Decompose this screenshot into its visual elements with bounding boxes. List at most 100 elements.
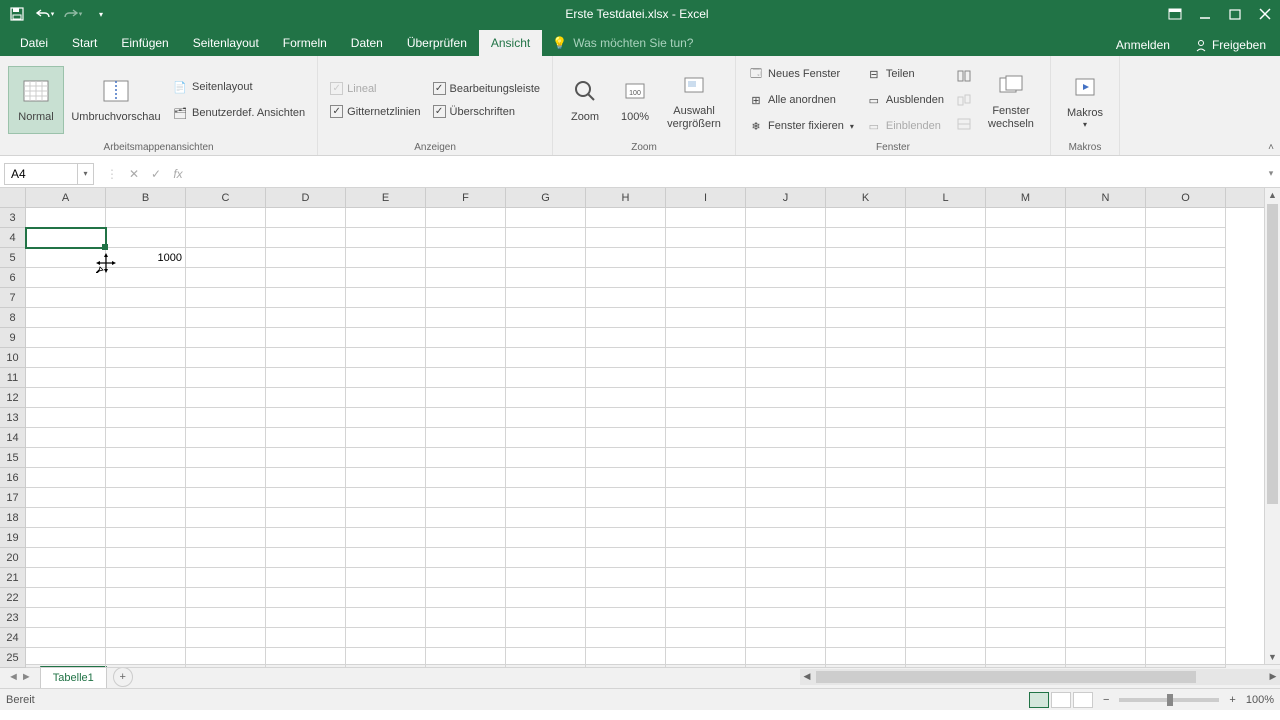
scroll-down-button[interactable]: ▼ <box>1265 650 1280 664</box>
cell[interactable] <box>346 208 426 228</box>
row-header[interactable]: 8 <box>0 308 25 328</box>
cell[interactable] <box>906 388 986 408</box>
cell[interactable] <box>906 308 986 328</box>
cell[interactable] <box>106 288 186 308</box>
formulabar-checkbox[interactable]: ✓Bearbeitungsleiste <box>429 80 545 97</box>
cell[interactable] <box>906 348 986 368</box>
zoom-in-button[interactable]: + <box>1229 694 1235 706</box>
cell[interactable] <box>266 648 346 668</box>
cell[interactable] <box>1146 488 1226 508</box>
cell[interactable] <box>1066 468 1146 488</box>
cell[interactable] <box>1066 548 1146 568</box>
cell[interactable] <box>586 528 666 548</box>
cell[interactable] <box>906 568 986 588</box>
cell[interactable] <box>426 228 506 248</box>
cell[interactable] <box>346 348 426 368</box>
cell[interactable] <box>1146 608 1226 628</box>
hide-button[interactable]: ▭Ausblenden <box>862 90 948 110</box>
cell[interactable] <box>1146 548 1226 568</box>
cell[interactable] <box>346 528 426 548</box>
new-window-button[interactable]: 🗔Neues Fenster <box>744 64 858 84</box>
cell[interactable] <box>986 528 1066 548</box>
cell[interactable] <box>266 528 346 548</box>
name-box-dropdown[interactable]: ▾ <box>77 164 93 184</box>
cell[interactable] <box>426 608 506 628</box>
scroll-right-button[interactable]: ▶ <box>1266 671 1280 682</box>
cell[interactable] <box>346 288 426 308</box>
cell[interactable] <box>586 608 666 628</box>
column-header[interactable]: M <box>986 188 1066 207</box>
cell[interactable] <box>746 368 826 388</box>
cell[interactable] <box>26 528 106 548</box>
cell[interactable] <box>586 468 666 488</box>
cell[interactable] <box>906 268 986 288</box>
cell[interactable] <box>1146 208 1226 228</box>
cell[interactable] <box>906 588 986 608</box>
row-header[interactable]: 24 <box>0 628 25 648</box>
cell[interactable] <box>906 608 986 628</box>
cell[interactable] <box>186 628 266 648</box>
cell[interactable] <box>106 528 186 548</box>
cell[interactable] <box>586 648 666 668</box>
cell[interactable] <box>1146 348 1226 368</box>
row-header[interactable]: 13 <box>0 408 25 428</box>
cell[interactable] <box>26 448 106 468</box>
cell[interactable] <box>586 288 666 308</box>
cell[interactable] <box>106 468 186 488</box>
cell[interactable] <box>426 428 506 448</box>
cell[interactable] <box>266 268 346 288</box>
cell[interactable] <box>1146 248 1226 268</box>
formula-bar-input[interactable] <box>196 163 1262 185</box>
cell[interactable] <box>746 568 826 588</box>
headings-checkbox[interactable]: ✓Überschriften <box>429 103 545 120</box>
cell[interactable] <box>186 268 266 288</box>
cell[interactable] <box>906 648 986 668</box>
cell[interactable] <box>1066 348 1146 368</box>
cell[interactable] <box>106 488 186 508</box>
cell[interactable] <box>506 548 586 568</box>
qat-customize[interactable]: ▾ <box>88 2 114 26</box>
cell[interactable] <box>346 428 426 448</box>
cell[interactable] <box>346 468 426 488</box>
cell[interactable] <box>506 448 586 468</box>
cell[interactable] <box>826 268 906 288</box>
cell[interactable] <box>106 348 186 368</box>
zoom-selection-button[interactable]: Auswahl vergrößern <box>661 66 727 134</box>
cell[interactable] <box>666 508 746 528</box>
cell[interactable] <box>106 228 186 248</box>
cell[interactable] <box>826 408 906 428</box>
cell[interactable] <box>1146 228 1226 248</box>
cell[interactable] <box>26 228 106 248</box>
cell[interactable] <box>266 288 346 308</box>
cell[interactable] <box>826 428 906 448</box>
tab-data[interactable]: Daten <box>339 30 395 56</box>
cell[interactable] <box>186 308 266 328</box>
cell[interactable] <box>1066 608 1146 628</box>
maximize-button[interactable] <box>1220 0 1250 28</box>
cell[interactable] <box>906 468 986 488</box>
cell[interactable] <box>826 568 906 588</box>
cell[interactable] <box>906 248 986 268</box>
cell[interactable] <box>106 628 186 648</box>
cell[interactable] <box>906 528 986 548</box>
cell[interactable] <box>346 608 426 628</box>
cell[interactable] <box>666 328 746 348</box>
cell[interactable] <box>106 568 186 588</box>
cell[interactable] <box>266 208 346 228</box>
sync-scroll-button[interactable] <box>952 66 976 86</box>
view-pagebreak-button[interactable]: Umbruchvorschau <box>68 66 164 134</box>
cell[interactable] <box>26 548 106 568</box>
column-header[interactable]: H <box>586 188 666 207</box>
row-header[interactable]: 15 <box>0 448 25 468</box>
cell[interactable] <box>1146 468 1226 488</box>
cell[interactable] <box>186 608 266 628</box>
save-button[interactable] <box>4 2 30 26</box>
cell[interactable] <box>826 248 906 268</box>
cell[interactable] <box>186 228 266 248</box>
cell[interactable] <box>266 468 346 488</box>
cell[interactable] <box>426 348 506 368</box>
tab-file[interactable]: Datei <box>8 30 60 56</box>
cell[interactable] <box>986 548 1066 568</box>
cell[interactable] <box>746 248 826 268</box>
cell[interactable] <box>986 568 1066 588</box>
